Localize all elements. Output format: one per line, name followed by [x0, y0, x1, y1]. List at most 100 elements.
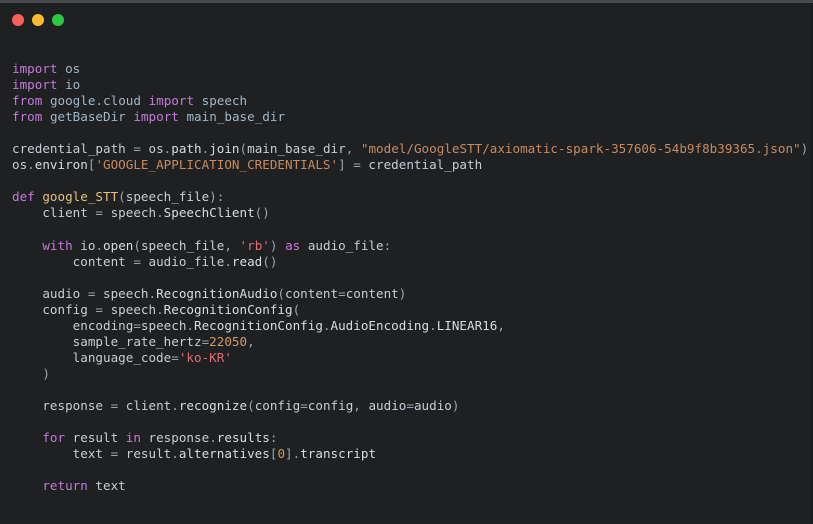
operator-token: (	[133, 237, 141, 253]
operator-token: .	[156, 205, 164, 221]
operator-token: ,	[353, 398, 369, 414]
code-token: content	[12, 253, 126, 269]
code-line: os.environ['GOOGLE_APPLICATION_CREDENTIA…	[12, 157, 813, 173]
operator-token: (	[277, 285, 286, 301]
code-editor-content[interactable]: import os import io from google.cloud im…	[0, 37, 813, 524]
operator-token: :	[269, 430, 278, 446]
code-token: speech_file	[125, 189, 210, 205]
operator-token: )	[398, 285, 407, 301]
code-line: language_code='ko-KR'	[12, 350, 813, 366]
code-line: audio = speech.RecognitionAudio(content=…	[12, 286, 813, 302]
code-line: client = speech.SpeechClient()	[12, 205, 813, 221]
code-token: config	[307, 398, 354, 414]
code-token: sample_rate_hertz	[12, 333, 202, 349]
code-line: content = audio_file.read()	[12, 254, 813, 270]
operator-token: .	[148, 285, 157, 301]
string-token: 'rb'	[239, 237, 270, 253]
code-token: text	[87, 478, 126, 494]
code-token: client	[125, 398, 172, 414]
code-token: path	[171, 141, 202, 157]
code-token: LINEAR16	[436, 317, 498, 333]
operator-token: .	[171, 398, 179, 414]
code-token: text	[12, 446, 103, 462]
code-token: os	[148, 141, 164, 157]
code-token: SpeechClient	[163, 205, 255, 221]
code-token: client	[12, 205, 88, 221]
code-token: RecognitionAudio	[156, 285, 278, 301]
code-token: speech_file	[140, 237, 225, 253]
operator-token: =	[103, 446, 126, 462]
operator-token: ()	[262, 253, 278, 269]
operator-token: =	[338, 285, 346, 301]
code-line: sample_rate_hertz=22050,	[12, 334, 813, 350]
code-token: RecognitionConfig	[194, 317, 323, 333]
code-line: for result in response.results:	[12, 430, 813, 446]
operator-token: =	[80, 285, 103, 301]
operator-token: .	[171, 446, 179, 462]
operator-token: .	[209, 430, 217, 446]
code-token: speech	[140, 317, 187, 333]
keyword-token: from	[12, 109, 43, 125]
operator-token: (	[118, 189, 126, 205]
code-token: speech	[110, 301, 157, 317]
string-token: 'GOOGLE_APPLICATION_CREDENTIALS'	[95, 157, 339, 173]
operator-token: ].	[285, 446, 301, 462]
operator-token: .	[156, 301, 164, 317]
operator-token: )	[12, 365, 50, 381]
operator-token: =	[300, 398, 308, 414]
code-token: result	[65, 430, 126, 446]
code-line: text = result.alternatives[0].transcript	[12, 446, 813, 462]
code-line: credential_path = os.path.join(main_base…	[12, 141, 813, 157]
code-line: config = speech.RecognitionConfig(	[12, 302, 813, 318]
operator-token: .	[322, 317, 331, 333]
code-token: io	[72, 237, 96, 253]
operator-token: .	[429, 317, 437, 333]
string-token: 'ko-KR'	[178, 349, 232, 365]
operator-token: .	[224, 253, 232, 269]
operator-token: =	[171, 349, 179, 365]
code-editor-window: import os import io from google.cloud im…	[0, 0, 813, 524]
module-token: main_base_dir	[186, 109, 286, 125]
code-token: content	[345, 285, 399, 301]
code-line: response = client.recognize(config=confi…	[12, 398, 813, 414]
operator-token: ()	[254, 205, 270, 221]
keyword-token: def	[12, 189, 35, 205]
code-token: config	[12, 301, 88, 317]
module-token: cloud	[103, 93, 141, 109]
code-token: audio_file	[300, 237, 384, 253]
operator-token: =	[125, 141, 149, 157]
code-token: content	[285, 285, 339, 301]
operator-token: (	[292, 301, 301, 317]
operator-token: =	[87, 205, 111, 221]
code-token: speech	[110, 205, 157, 221]
close-window-button[interactable]	[12, 14, 24, 26]
maximize-window-button[interactable]	[52, 14, 64, 26]
code-token: response	[140, 430, 210, 446]
string-token: "model/GoogleSTT/axiomatic-spark-357606-…	[360, 141, 801, 157]
code-token: audio	[12, 285, 81, 301]
keyword-token: for	[42, 430, 66, 446]
code-token: join	[209, 141, 240, 157]
code-token: encoding	[12, 317, 134, 333]
operator-token: ):	[209, 189, 225, 205]
code-token: RecognitionConfig	[163, 301, 293, 317]
code-token: language_code	[12, 349, 172, 365]
operator-token: =	[133, 317, 141, 333]
code-token: audio	[368, 398, 407, 414]
operator-token: .	[27, 157, 35, 173]
code-token: response	[12, 398, 103, 414]
window-titlebar[interactable]	[0, 3, 813, 37]
minimize-window-button[interactable]	[32, 14, 44, 26]
